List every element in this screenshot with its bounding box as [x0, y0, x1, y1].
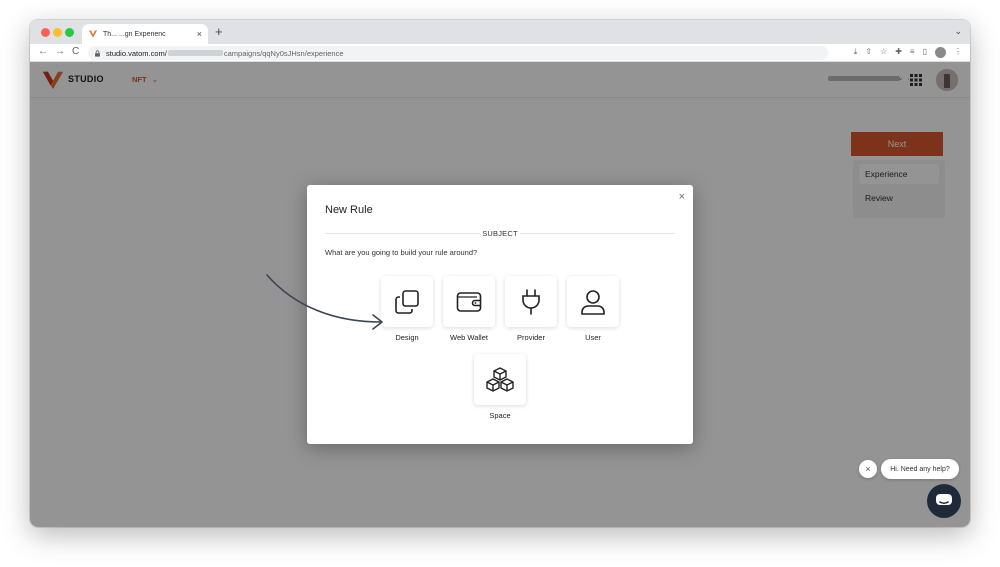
option-label: Space — [489, 411, 511, 420]
modal-title: New Rule — [325, 204, 373, 216]
divider-line-right — [521, 233, 675, 234]
url-path: campaigns/qqNy0sJHsn/experience — [223, 48, 344, 58]
tab-search-chevron-icon[interactable]: ⌄ — [954, 26, 962, 37]
new-tab-button[interactable]: + — [215, 25, 223, 39]
option-card-web-wallet[interactable] — [443, 276, 495, 327]
subject-question: What are you going to build your rule ar… — [325, 248, 478, 257]
option-web-wallet[interactable]: Web Wallet — [443, 276, 495, 342]
option-label: Web Wallet — [450, 333, 488, 342]
star-icon[interactable]: ☆ — [880, 47, 887, 58]
cubes-icon — [486, 366, 514, 392]
vatom-favicon-icon — [89, 30, 97, 38]
maximize-window-button[interactable] — [65, 28, 74, 37]
profile-avatar[interactable] — [935, 47, 946, 58]
forward-button[interactable]: → — [55, 46, 65, 57]
option-user[interactable]: User — [567, 276, 619, 342]
browser-window: Th... ...gn Experienc × + ⌄ ← → C studio… — [30, 20, 970, 527]
close-window-button[interactable] — [41, 28, 50, 37]
back-button[interactable]: ← — [38, 46, 48, 57]
url-host: studio.vatom.com/ — [106, 48, 167, 58]
install-icon[interactable]: ⤓ — [854, 47, 858, 58]
modal-close-icon[interactable]: × — [679, 191, 685, 203]
plug-icon — [522, 288, 540, 315]
lock-icon — [95, 49, 100, 57]
browser-tab[interactable]: Th... ...gn Experienc × — [82, 24, 208, 44]
option-card-provider[interactable] — [505, 276, 557, 327]
subject-divider: SUBJECT — [325, 228, 675, 238]
toolbar-icons: ⤓ ⇧ ☆ ✚ ≡ ▯ ⋮ — [854, 47, 962, 58]
option-provider[interactable]: Provider — [505, 276, 557, 342]
reading-list-icon[interactable]: ≡ — [910, 47, 915, 58]
user-icon — [581, 289, 605, 315]
minimize-window-button[interactable] — [53, 28, 62, 37]
option-label: User — [585, 333, 601, 342]
chat-help-bubble[interactable]: Hi. Need any help? — [881, 459, 959, 479]
page: STUDIO NFT ⌄ .. ⌄ Next Experience Review… — [30, 62, 970, 527]
chat-close-button[interactable]: × — [859, 460, 877, 478]
tab-title: Th... ...gn Experienc — [103, 30, 166, 38]
share-icon[interactable]: ⇧ — [865, 47, 872, 58]
annotation-arrow-icon — [266, 274, 383, 330]
address-bar[interactable]: studio.vatom.com/ campaigns/qqNy0sJHsn/e… — [88, 46, 828, 60]
address-bar-row: ← → C studio.vatom.com/ campaigns/qqNy0s… — [30, 44, 970, 62]
url-redacted — [167, 50, 223, 56]
chat-launcher-button[interactable] — [927, 484, 961, 518]
option-label: Provider — [517, 333, 545, 342]
chat-icon — [936, 494, 952, 505]
tab-close-icon[interactable]: × — [197, 29, 202, 39]
reload-button[interactable]: C — [72, 46, 79, 57]
wallet-icon — [456, 291, 482, 312]
sidebar-icon[interactable]: ▯ — [923, 47, 927, 58]
option-space[interactable]: Space — [474, 354, 526, 420]
tab-strip: Th... ...gn Experienc × + ⌄ — [30, 20, 970, 44]
option-card-user[interactable] — [567, 276, 619, 327]
option-card-space[interactable] — [474, 354, 526, 405]
browser-menu-icon[interactable]: ⋮ — [954, 47, 962, 58]
extensions-icon[interactable]: ✚ — [895, 47, 902, 58]
